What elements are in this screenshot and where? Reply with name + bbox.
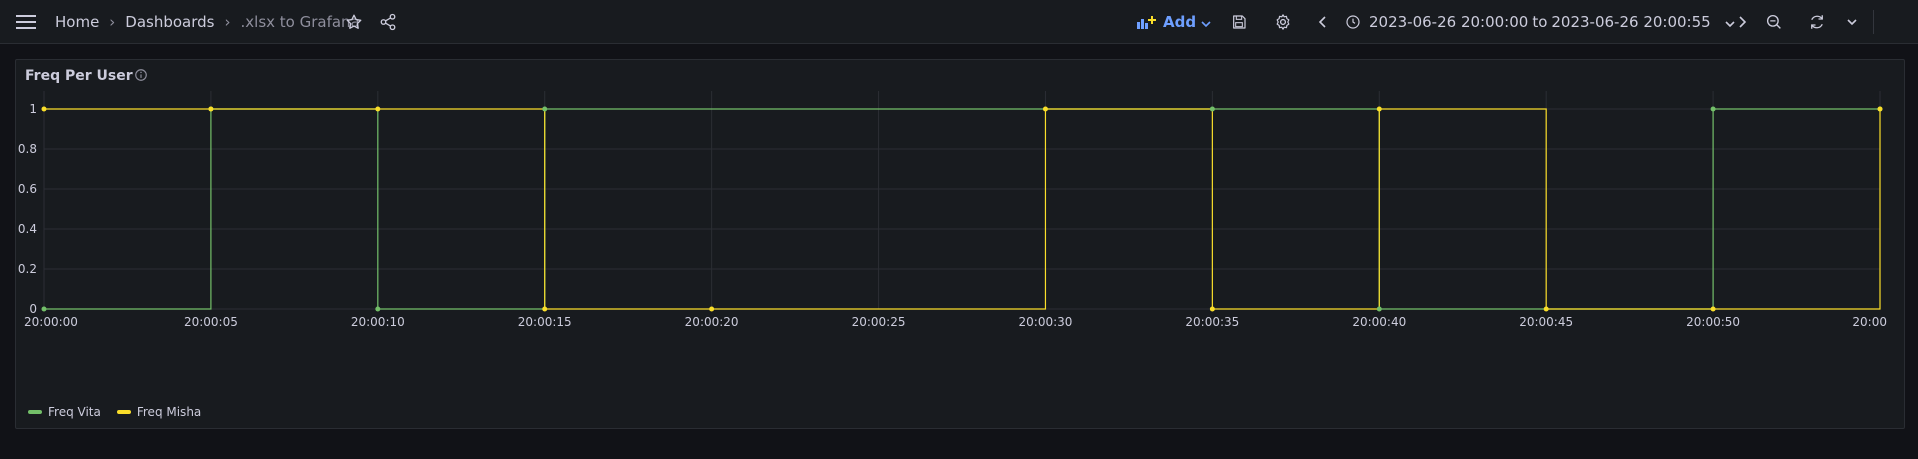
clock-icon <box>1345 14 1361 30</box>
data-point[interactable] <box>208 106 214 112</box>
y-tick-label: 0.4 <box>18 222 37 236</box>
chart-series <box>44 108 1881 310</box>
data-point[interactable] <box>1877 106 1883 112</box>
time-range-picker[interactable]: 2023-06-26 20:00:00 to 2023-06-26 20:00:55 <box>1345 0 1735 44</box>
chart-points <box>41 106 1883 312</box>
data-point[interactable] <box>375 306 381 312</box>
x-tick-label: 20:00:10 <box>351 315 405 329</box>
breadcrumb-home[interactable]: Home <box>55 13 99 31</box>
zoom-out-icon[interactable] <box>1765 0 1783 44</box>
data-point[interactable] <box>542 106 548 112</box>
time-to: 2023-06-26 20:00:55 <box>1551 13 1711 31</box>
toolbar-divider <box>1873 10 1874 34</box>
chart-legend: Freq Vita Freq Misha <box>28 405 201 419</box>
star-icon[interactable] <box>345 0 363 44</box>
chevron-down-icon <box>1201 13 1211 32</box>
data-point[interactable] <box>1710 306 1716 312</box>
series-line-1 <box>44 108 1881 310</box>
y-axis-ticks: 0 0.2 0.4 0.6 0.8 1 <box>18 102 37 316</box>
legend-swatch-vita <box>28 410 42 414</box>
y-tick-label: 0 <box>29 302 37 316</box>
data-point[interactable] <box>41 306 47 312</box>
data-point[interactable] <box>1543 306 1549 312</box>
refresh-icon[interactable] <box>1808 0 1826 44</box>
data-point[interactable] <box>1209 306 1215 312</box>
chart-grid <box>43 91 1881 310</box>
chevron-down-icon <box>1725 13 1735 32</box>
data-point[interactable] <box>1376 306 1382 312</box>
legend-label-misha: Freq Misha <box>136 405 202 419</box>
x-tick-label: 20:00:05 <box>184 315 238 329</box>
chevron-right-icon[interactable] <box>1737 0 1747 44</box>
chevron-right-icon: › <box>109 13 116 31</box>
panel-freq-per-user: Freq Per User 0 0.2 0.4 0.6 0.8 1 20:00:00 20:… <box>15 59 1905 429</box>
x-tick-label: 20:00:30 <box>1019 315 1073 329</box>
series-line-0 <box>44 108 1880 310</box>
legend-item-misha[interactable]: Freq Misha <box>116 405 202 419</box>
y-tick-label: 1 <box>29 102 37 116</box>
panel-title: Freq Per User <box>25 68 133 84</box>
data-point[interactable] <box>1376 106 1382 112</box>
x-tick-label: 20:00:40 <box>1352 315 1406 329</box>
breadcrumb-dashboards[interactable]: Dashboards <box>125 13 214 31</box>
data-point[interactable] <box>41 106 47 112</box>
data-point[interactable] <box>1042 106 1048 112</box>
add-panel-icon <box>1137 14 1157 30</box>
x-tick-label: 20:00:35 <box>1185 315 1239 329</box>
data-point[interactable] <box>1710 106 1716 112</box>
x-tick-label: 20:00:45 <box>1519 315 1573 329</box>
chevron-right-icon: › <box>224 13 231 31</box>
x-tick-label: 20:00:00 <box>24 315 78 329</box>
x-tick-label: 20:00 <box>1852 315 1887 329</box>
gear-icon[interactable] <box>1274 0 1292 44</box>
add-button-label: Add <box>1163 13 1197 31</box>
legend-item-vita[interactable]: Freq Vita <box>28 405 101 419</box>
data-point[interactable] <box>542 306 548 312</box>
y-tick-label: 0.8 <box>18 142 37 156</box>
share-icon[interactable] <box>379 0 397 44</box>
data-point[interactable] <box>375 106 381 112</box>
x-tick-label: 20:00:50 <box>1686 315 1740 329</box>
legend-swatch-misha <box>116 410 131 414</box>
data-point[interactable] <box>1209 106 1215 112</box>
menu-icon[interactable] <box>16 0 38 44</box>
time-from: 2023-06-26 20:00:00 <box>1369 13 1529 31</box>
x-axis-ticks: 20:00:00 20:00:05 20:00:10 20:00:15 20:00:20… <box>24 315 1887 329</box>
breadcrumb: Home › Dashboards › .xlsx to Grafana <box>55 0 360 44</box>
chevron-left-icon[interactable] <box>1318 0 1328 44</box>
save-icon[interactable] <box>1231 0 1247 44</box>
y-tick-label: 0.6 <box>18 182 37 196</box>
info-icon[interactable] <box>134 68 148 82</box>
data-point[interactable] <box>709 306 715 312</box>
x-tick-label: 20:00:15 <box>518 315 572 329</box>
chevron-down-icon[interactable] <box>1847 0 1857 44</box>
x-tick-label: 20:00:20 <box>685 315 739 329</box>
time-to-word: to <box>1532 13 1548 31</box>
add-button[interactable]: Add <box>1137 0 1211 44</box>
breadcrumb-current: .xlsx to Grafana <box>240 13 360 31</box>
x-tick-label: 20:00:25 <box>852 315 906 329</box>
top-navbar: Home › Dashboards › .xlsx to Grafana Add… <box>0 0 1918 44</box>
legend-label-vita: Freq Vita <box>48 405 101 419</box>
y-tick-label: 0.2 <box>18 262 37 276</box>
freq-per-user-chart: 00.20.40.60.81 20:00:00 20:00:05 20:00:10 2… <box>18 91 1887 329</box>
time-range-label: 2023-06-26 20:00:00 to 2023-06-26 20:00:55 <box>1369 13 1711 31</box>
